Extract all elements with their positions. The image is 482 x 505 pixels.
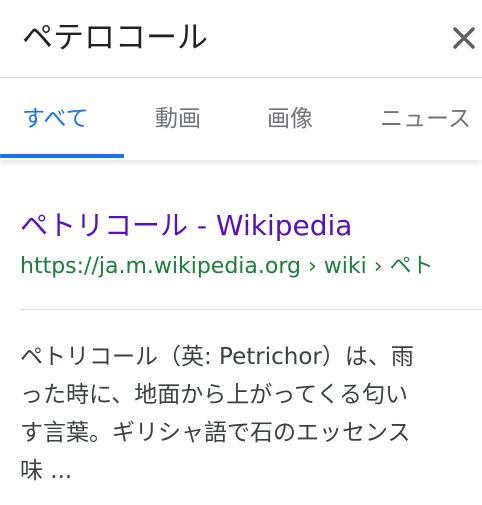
search-query[interactable]: ペテロコール (22, 18, 208, 58)
search-result: ペトリコール - Wikipedia https://ja.m.wikipedi… (0, 160, 482, 505)
tab-news[interactable]: ニュース (380, 103, 471, 135)
snippet-line: 味 ... (20, 458, 73, 484)
tab-videos[interactable]: 動画 (155, 103, 201, 135)
search-tabs: すべて 動画 画像 ニュース (0, 79, 482, 160)
result-divider (20, 309, 482, 310)
tab-all[interactable]: すべて (22, 103, 88, 135)
search-bar: ペテロコール (0, 0, 482, 78)
active-tab-indicator (0, 154, 124, 158)
result-title-link[interactable]: ペトリコール - Wikipedia (20, 208, 352, 244)
result-url[interactable]: https://ja.m.wikipedia.org › wiki › ペト (20, 252, 434, 282)
clear-search-button[interactable] (446, 18, 482, 58)
snippet-line: ペトリコール（英: Petrichor）は、雨 (20, 344, 414, 370)
snippet-line: った時に、地面から上がってくる匂い (20, 382, 409, 408)
close-icon (453, 27, 475, 49)
snippet-line: す言葉。ギリシャ語で石のエッセンス (20, 420, 411, 446)
result-snippet: ペトリコール（英: Petrichor）は、雨 った時に、地面から上がってくる匂… (20, 338, 480, 490)
tab-images[interactable]: 画像 (267, 103, 313, 135)
